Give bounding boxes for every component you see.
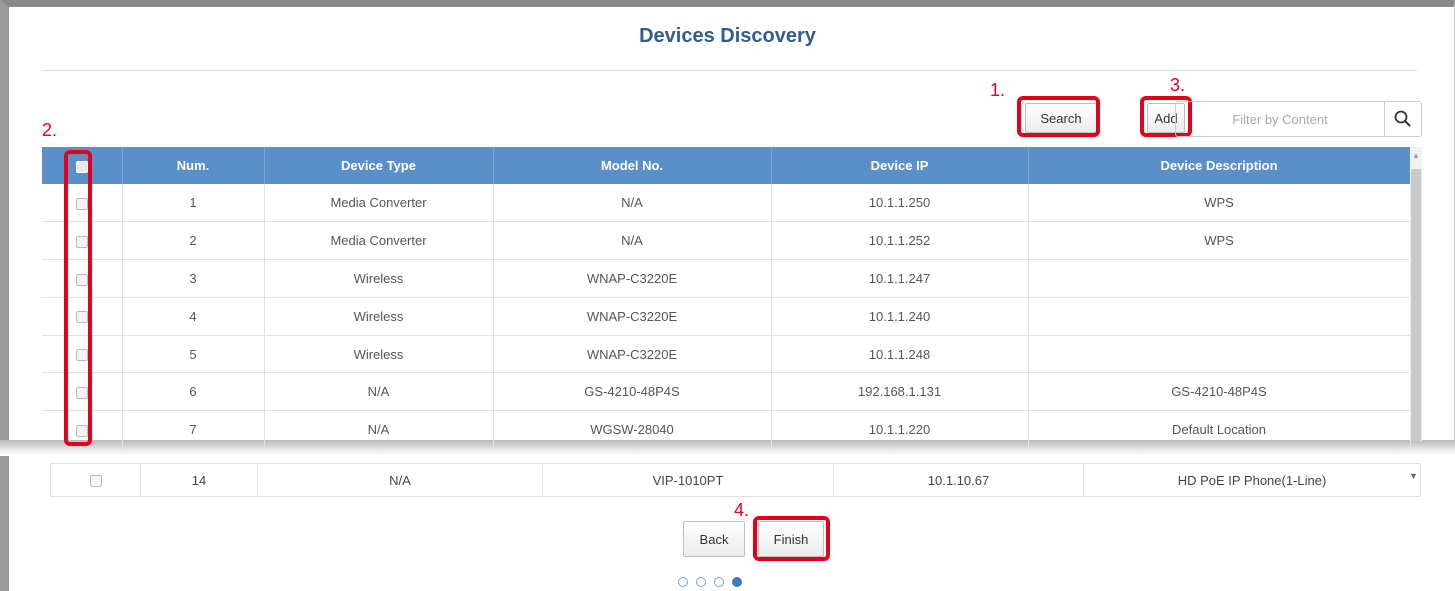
- annotation-highlight-checkboxes: [64, 150, 92, 446]
- cell-num: 4: [122, 297, 265, 336]
- cell-device-ip: 10.1.1.250: [771, 184, 1029, 223]
- cell-device-description: GS-4210-48P4S: [1028, 372, 1411, 412]
- cell-model-no: WNAP-C3220E: [493, 297, 772, 336]
- cell-device-description: WPS: [1028, 184, 1411, 223]
- cell-device-ip: 10.1.1.240: [771, 297, 1029, 336]
- column-header-model-no[interactable]: Model No.: [493, 147, 772, 184]
- scroll-up-icon[interactable]: ▲: [1412, 151, 1420, 160]
- cell-device-description: [1028, 259, 1411, 298]
- title-divider: [42, 70, 1417, 71]
- column-header-device-ip[interactable]: Device IP: [771, 147, 1029, 184]
- filter-search-button[interactable]: [1385, 101, 1422, 137]
- cell-device-type: Wireless: [264, 335, 494, 374]
- annotation-highlight-search: [1017, 96, 1100, 137]
- cell-device-description: HD PoE IP Phone(1-Line): [1083, 463, 1421, 497]
- cell-device-ip: 10.1.1.247: [771, 259, 1029, 298]
- table-row[interactable]: 5 Wireless WNAP-C3220E 10.1.1.248: [42, 335, 1411, 374]
- page-title: Devices Discovery: [639, 25, 816, 47]
- cell-model-no: WNAP-C3220E: [493, 335, 772, 374]
- cell-device-description: [1028, 297, 1411, 336]
- table-row[interactable]: 1 Media Converter N/A 10.1.1.250 WPS: [42, 184, 1411, 223]
- cell-device-ip: 192.168.1.131: [771, 372, 1029, 412]
- step-dot[interactable]: [696, 577, 706, 587]
- cell-device-ip: 10.1.10.67: [833, 463, 1084, 497]
- row-checkbox[interactable]: [89, 475, 102, 488]
- cell-num: 14: [140, 463, 258, 497]
- step-dot[interactable]: [714, 577, 724, 587]
- table-scrollbar[interactable]: ▲: [1410, 147, 1422, 441]
- cell-device-type: N/A: [257, 463, 543, 497]
- table-row[interactable]: 6 N/A GS-4210-48P4S 192.168.1.131 GS-421…: [42, 372, 1411, 412]
- scrollbar-thumb[interactable]: [1411, 169, 1421, 441]
- cell-model-no: VIP-1010PT: [542, 463, 834, 497]
- column-header-device-type[interactable]: Device Type: [264, 147, 494, 184]
- cell-model-no: GS-4210-48P4S: [493, 372, 772, 412]
- back-button[interactable]: Back: [683, 521, 745, 557]
- table-row[interactable]: 2 Media Converter N/A 10.1.1.252 WPS: [42, 221, 1411, 261]
- cell-device-ip: 10.1.1.248: [771, 335, 1029, 374]
- cell-device-ip: 10.1.1.252: [771, 221, 1029, 261]
- cell-model-no: N/A: [493, 221, 772, 261]
- column-header-num[interactable]: Num.: [122, 147, 265, 184]
- annotation-highlight-finish: [753, 516, 830, 561]
- annotation-step-4: 4.: [734, 500, 750, 520]
- cell-device-type: N/A: [264, 410, 494, 450]
- devices-table: Num. Device Type Model No. Device IP Dev…: [42, 147, 1411, 450]
- annotation-step-1: 1.: [990, 80, 1006, 100]
- table-row[interactable]: 14 N/A VIP-1010PT 10.1.10.67 HD PoE IP P…: [50, 463, 1421, 497]
- cell-num: 6: [122, 372, 265, 412]
- table-header-row: Num. Device Type Model No. Device IP Dev…: [42, 147, 1411, 184]
- cell-device-type: Media Converter: [264, 184, 494, 223]
- column-header-device-description[interactable]: Device Description: [1028, 147, 1411, 184]
- cell-num: 1: [122, 184, 265, 223]
- table-row[interactable]: 3 Wireless WNAP-C3220E 10.1.1.247: [42, 259, 1411, 298]
- cell-device-type: N/A: [264, 372, 494, 412]
- cell-device-ip: 10.1.1.220: [771, 410, 1029, 450]
- cell-device-description: Default Location: [1028, 410, 1411, 450]
- magnifier-icon: [1394, 110, 1411, 127]
- cell-device-description: WPS: [1028, 221, 1411, 261]
- wizard-step-indicator: [678, 577, 742, 587]
- cell-num: 5: [122, 335, 265, 374]
- filter-input[interactable]: Filter by Content: [1175, 101, 1385, 137]
- devices-table-bottom: 14 N/A VIP-1010PT 10.1.10.67 HD PoE IP P…: [50, 463, 1421, 497]
- table-row[interactable]: 7 N/A WGSW-28040 10.1.1.220 Default Loca…: [42, 410, 1411, 450]
- table-row[interactable]: 4 Wireless WNAP-C3220E 10.1.1.240: [42, 297, 1411, 336]
- annotation-step-3: 3.: [1170, 75, 1186, 95]
- cell-num: 2: [122, 221, 265, 261]
- cell-num: 7: [122, 410, 265, 450]
- annotation-step-2: 2.: [42, 120, 58, 140]
- scroll-down-icon[interactable]: ▼: [1409, 471, 1418, 481]
- cell-device-type: Media Converter: [264, 221, 494, 261]
- cell-num: 3: [122, 259, 265, 298]
- cell-device-description: [1028, 335, 1411, 374]
- step-dot-active[interactable]: [732, 577, 742, 587]
- cell-device-type: Wireless: [264, 259, 494, 298]
- cell-model-no: WGSW-28040: [493, 410, 772, 450]
- cell-model-no: N/A: [493, 184, 772, 223]
- step-dot[interactable]: [678, 577, 688, 587]
- cell-device-type: Wireless: [264, 297, 494, 336]
- cell-model-no: WNAP-C3220E: [493, 259, 772, 298]
